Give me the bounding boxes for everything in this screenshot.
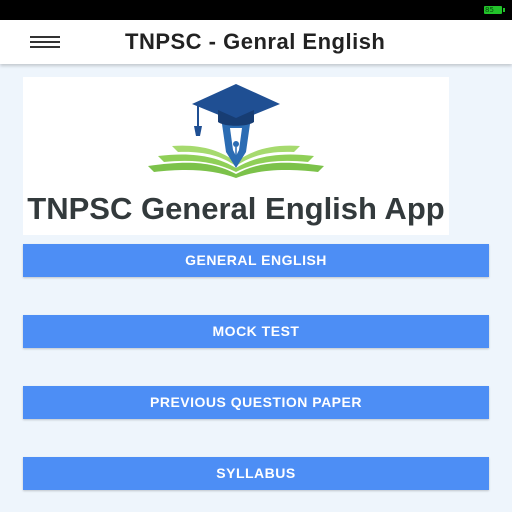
battery-level: 85 xyxy=(485,6,494,14)
previous-question-paper-button[interactable]: PREVIOUS QUESTION PAPER xyxy=(23,386,489,419)
app-banner: TNPSC General English App xyxy=(23,77,449,235)
general-english-button[interactable]: GENERAL ENGLISH xyxy=(23,244,489,277)
menu-icon[interactable] xyxy=(30,34,60,50)
syllabus-button[interactable]: SYLLABUS xyxy=(23,457,489,490)
mock-test-button[interactable]: MOCK TEST xyxy=(23,315,489,348)
battery-icon: 85 xyxy=(484,6,505,14)
status-bar: 85 xyxy=(0,0,512,20)
page-title: TNPSC - Genral English xyxy=(125,29,386,54)
app-bar: TNPSC - Genral English xyxy=(0,20,512,64)
banner-title: TNPSC General English App xyxy=(27,191,445,226)
graduation-book-logo-icon xyxy=(148,84,324,178)
